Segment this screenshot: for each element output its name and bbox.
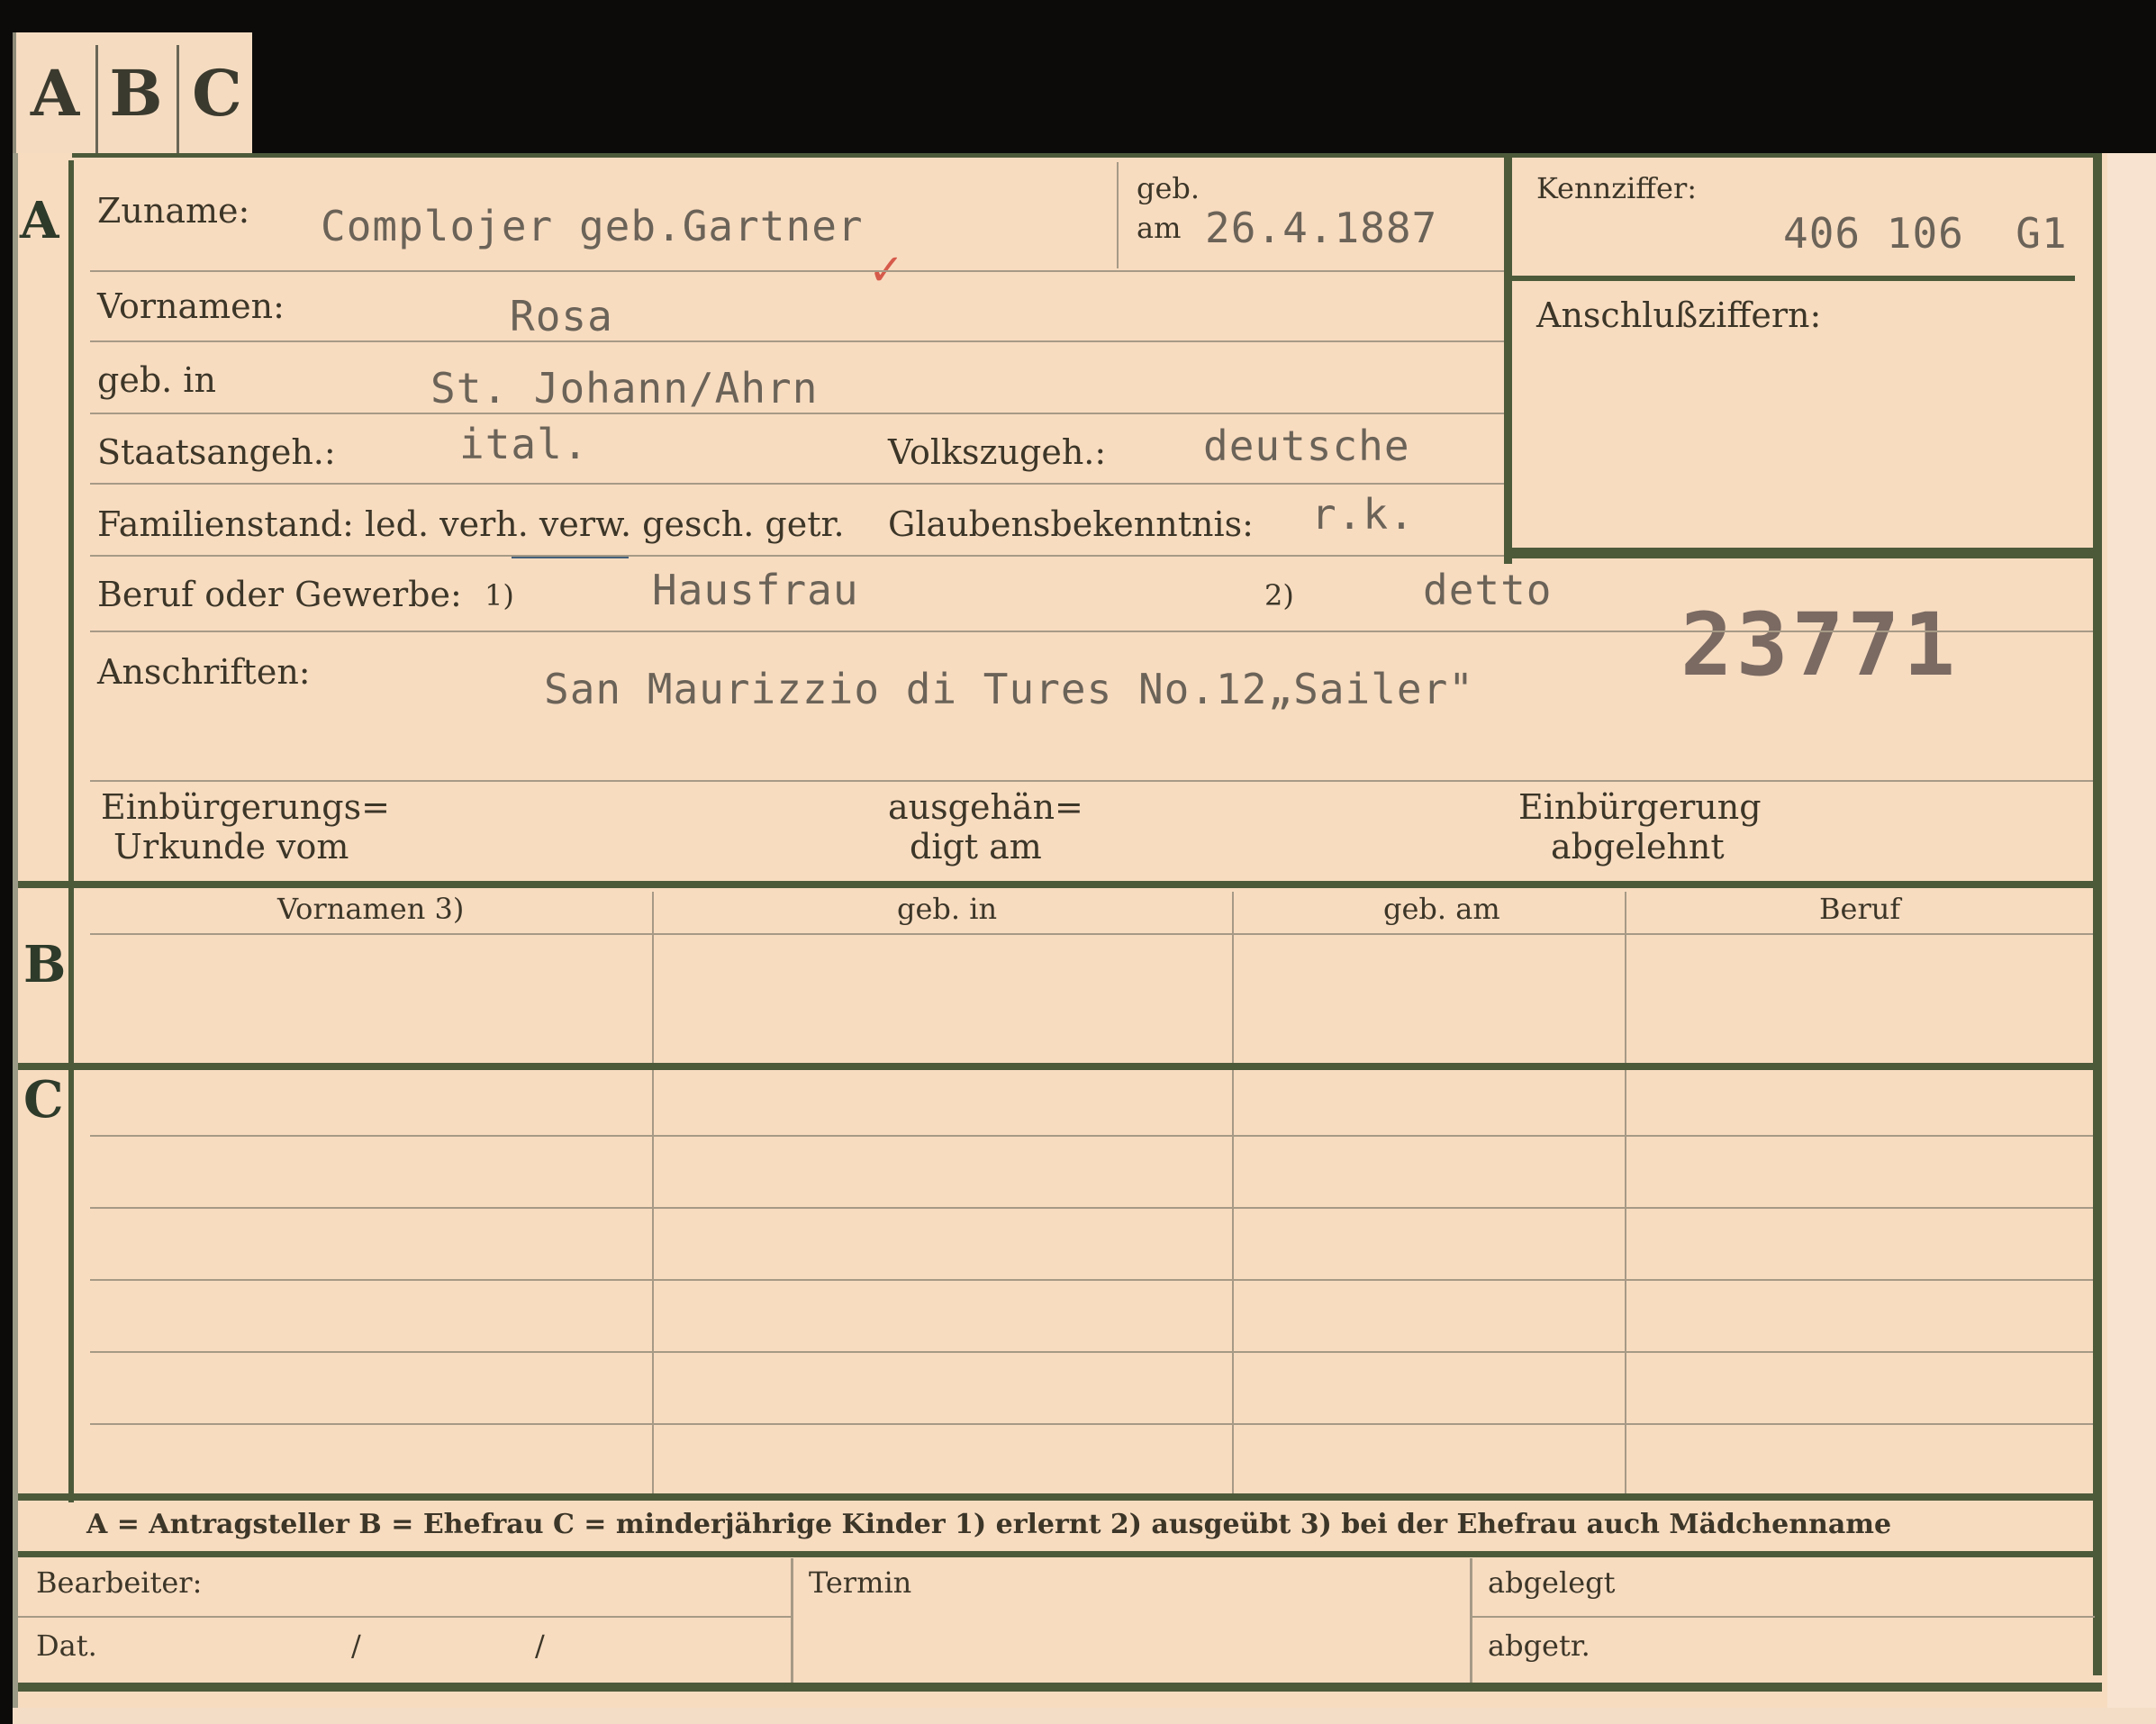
child-row-rule-2 bbox=[90, 1207, 2093, 1209]
beruf-label: Beruf oder Gewerbe: bbox=[97, 575, 462, 614]
table-col-3 bbox=[1625, 892, 1626, 1495]
card-bottom-margin bbox=[13, 1708, 2156, 1724]
geb-divider bbox=[1117, 162, 1119, 268]
dat-slash-2: / bbox=[535, 1629, 545, 1663]
section-c-bottom bbox=[18, 1493, 2102, 1501]
abgetr-label: abgetr. bbox=[1488, 1629, 1590, 1663]
staatsangeh-label: Staatsangeh.: bbox=[97, 432, 336, 472]
beruf-value-1: Hausfrau bbox=[652, 566, 859, 614]
tab-b: B bbox=[109, 56, 163, 131]
table-col-2 bbox=[1232, 892, 1234, 1495]
footer-col-1 bbox=[791, 1558, 793, 1683]
einbuergerung-abgelehnt-label-2: abgelehnt bbox=[1551, 827, 1725, 867]
ausgehaendigt-label-2: digt am bbox=[910, 827, 1042, 867]
row-rule-4 bbox=[90, 483, 1504, 485]
row-rule-6 bbox=[90, 631, 2093, 632]
anschrift-value: San Maurizzio di Tures No.12„Sailer" bbox=[544, 665, 1474, 713]
geb-am-value: 26.4.1887 bbox=[1205, 204, 1438, 252]
legend-bottom bbox=[18, 1551, 2102, 1557]
beruf-note-2: 2) bbox=[1264, 578, 1294, 612]
child-row-rule-1 bbox=[90, 1135, 2093, 1137]
kennziffer-value: 406 106 G1 bbox=[1783, 209, 2068, 258]
child-row-rule-3 bbox=[90, 1279, 2093, 1281]
row-rule-3 bbox=[90, 413, 1504, 414]
kennziffer-label: Kennziffer: bbox=[1536, 171, 1698, 205]
card-right-margin bbox=[2107, 153, 2156, 1724]
legend-text: A = Antragsteller B = Ehefrau C = minder… bbox=[86, 1509, 1892, 1540]
kennziffer-box-divider bbox=[1508, 276, 2075, 281]
table-header-rule bbox=[90, 933, 2093, 935]
right-border bbox=[2093, 153, 2102, 1675]
volkszugeh-value: deutsche bbox=[1203, 422, 1410, 470]
geb-in-label: geb. in bbox=[97, 360, 216, 400]
vornamen-label: Vornamen: bbox=[97, 286, 285, 326]
footer-col-2 bbox=[1470, 1558, 1472, 1683]
beruf-value-2: detto bbox=[1423, 566, 1553, 614]
table-header-geb-in: geb. in bbox=[897, 892, 998, 926]
geb-label: geb. bbox=[1137, 171, 1200, 205]
beruf-note-1: 1) bbox=[485, 578, 514, 612]
footer-mid-rule-left bbox=[18, 1616, 791, 1618]
vornamen-value: Rosa bbox=[510, 292, 613, 340]
volkszugeh-label: Volkszugeh.: bbox=[888, 432, 1107, 472]
geb-in-value: St. Johann/Ahrn bbox=[430, 364, 819, 413]
table-header-vornamen: Vornamen 3) bbox=[277, 892, 465, 926]
tab-a: A bbox=[30, 56, 80, 131]
table-col-1 bbox=[652, 892, 654, 1495]
table-header-geb-am: geb. am bbox=[1383, 892, 1500, 926]
section-b-marker: B bbox=[23, 935, 67, 994]
section-b-bottom bbox=[18, 1063, 2102, 1070]
anschlussziffern-label: Anschlußziffern: bbox=[1536, 295, 1822, 335]
anschriften-label: Anschriften: bbox=[97, 652, 311, 692]
dat-slash-1: / bbox=[351, 1629, 361, 1663]
tab-c: C bbox=[192, 56, 242, 131]
section-c-marker: C bbox=[23, 1070, 64, 1130]
ausgehaendigt-label-1: ausgehän= bbox=[888, 787, 1083, 827]
section-a-marker: A bbox=[20, 191, 59, 250]
einbuergerungs-urkunde-label-2: Urkunde vom bbox=[113, 827, 349, 867]
zuname-value: Complojer geb.Gartner bbox=[321, 202, 864, 250]
top-border bbox=[72, 153, 2102, 158]
table-header-beruf: Beruf bbox=[1819, 892, 1901, 926]
row-rule-7 bbox=[90, 780, 2093, 782]
abgelegt-label: abgelegt bbox=[1488, 1565, 1616, 1600]
bearbeiter-label: Bearbeiter: bbox=[36, 1565, 203, 1600]
kennziffer-box-left bbox=[1504, 153, 1512, 564]
row-rule-1 bbox=[90, 270, 1504, 272]
familienstand-label: Familienstand: led. verh. verw. gesch. g… bbox=[97, 504, 845, 544]
bottom-border bbox=[18, 1683, 2102, 1692]
staatsangeh-value: ital. bbox=[459, 420, 589, 468]
section-tabs: A B C bbox=[13, 32, 252, 180]
section-a-bottom bbox=[18, 881, 2102, 888]
einbuergerungs-urkunde-label-1: Einbürgerungs= bbox=[101, 787, 390, 827]
dat-label: Dat. bbox=[36, 1629, 97, 1663]
zuname-label: Zuname: bbox=[97, 191, 250, 231]
row-rule-5 bbox=[90, 555, 1504, 557]
child-row-rule-5 bbox=[90, 1423, 2093, 1425]
glaubensbekenntnis-label: Glaubensbekenntnis: bbox=[888, 504, 1254, 544]
am-label: am bbox=[1137, 211, 1182, 245]
row-rule-2 bbox=[90, 340, 1504, 342]
kennziffer-box-bottom bbox=[1508, 548, 2093, 558]
left-section-rule bbox=[68, 160, 74, 1502]
glaubensbekenntnis-value: r.k. bbox=[1311, 490, 1415, 539]
einbuergerung-abgelehnt-label-1: Einbürgerung bbox=[1518, 787, 1762, 827]
termin-label: Termin bbox=[809, 1565, 912, 1600]
child-row-rule-4 bbox=[90, 1351, 2093, 1353]
stamped-number: 23771 bbox=[1680, 594, 1959, 695]
registration-card: A B C Zuname: Complojer geb.Gartner ✓ ge… bbox=[13, 153, 2113, 1708]
footer-mid-rule-right bbox=[1472, 1616, 2095, 1618]
